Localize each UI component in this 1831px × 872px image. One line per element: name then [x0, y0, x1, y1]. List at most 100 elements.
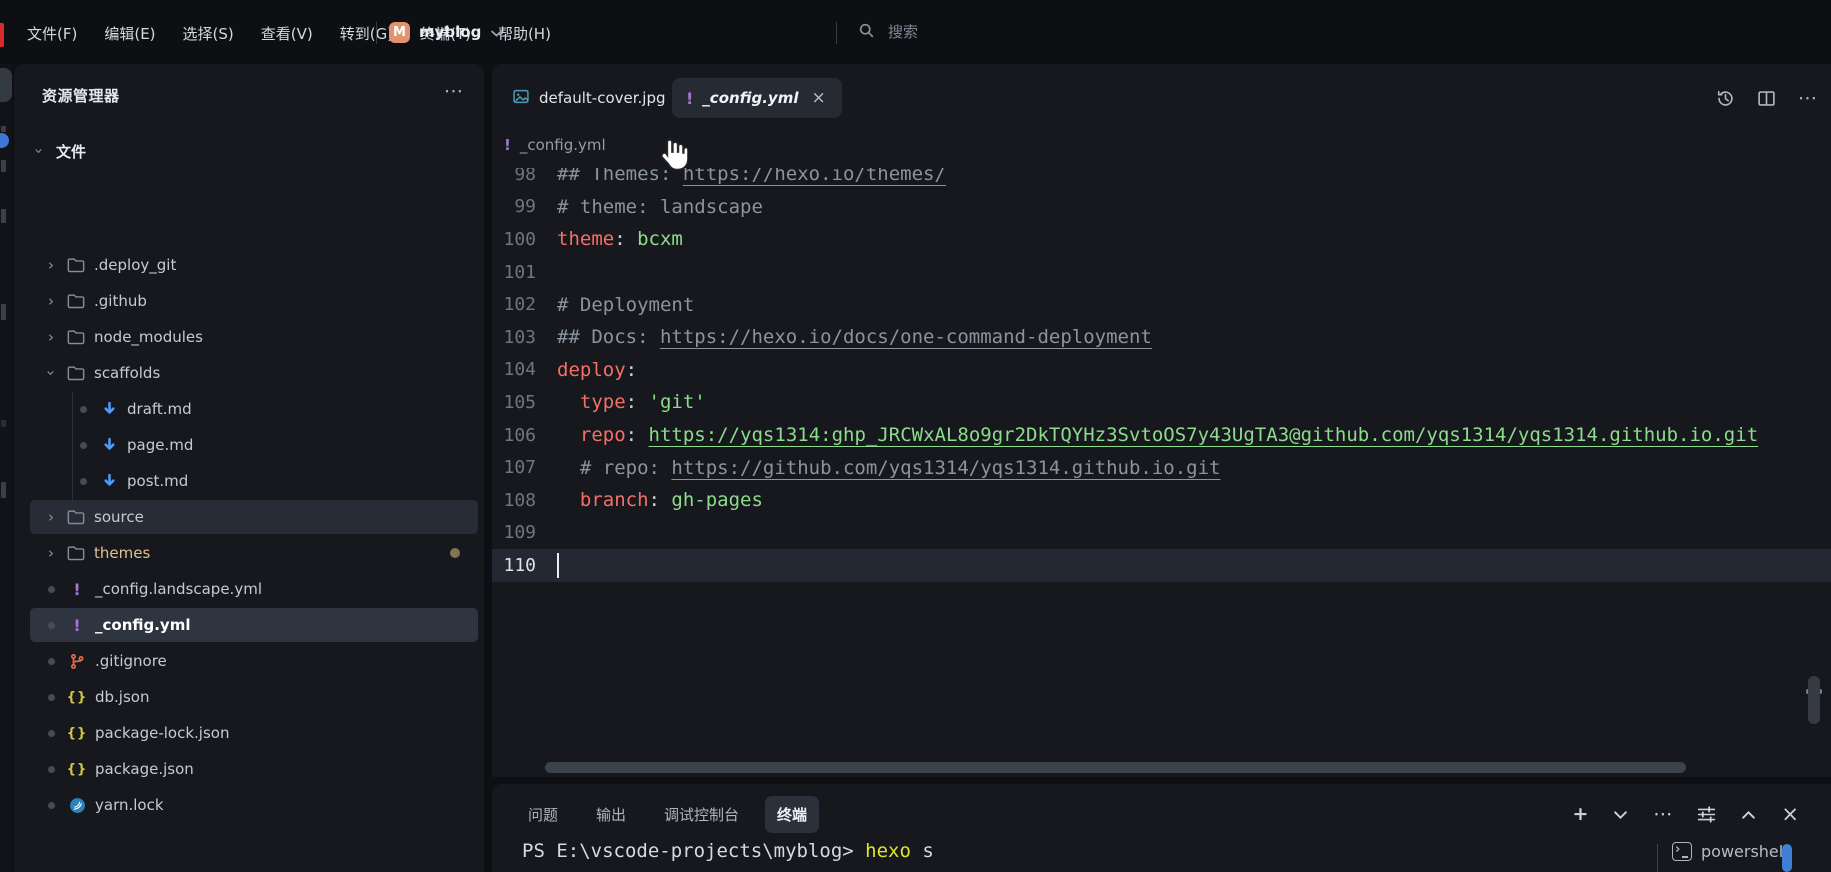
new-terminal-button[interactable]: +	[1572, 805, 1588, 824]
code-line-103: 103## Docs: https://hexo.io/docs/one-com…	[492, 321, 1831, 354]
tree-item-.github[interactable]: ›.github	[30, 284, 478, 318]
tree-item-package-lock.json[interactable]: {}package-lock.json	[30, 716, 478, 750]
tree-item-.deploy_git[interactable]: ›.deploy_git	[30, 248, 478, 282]
tree-item-.gitignore[interactable]: .gitignore	[30, 644, 478, 678]
tab-config-yml[interactable]: ! _config.yml ×	[672, 78, 842, 118]
file-bullet-dot	[48, 694, 55, 701]
tree-item-label: node_modules	[94, 328, 203, 346]
tree-item-label: package.json	[95, 760, 194, 778]
terminal-instance-powershell[interactable]: powershell	[1672, 842, 1788, 861]
tree-item-_config.landscape.yml[interactable]: !_config.landscape.yml	[30, 572, 478, 606]
breadcrumb[interactable]: ! _config.yml	[504, 128, 606, 162]
launch-profile-icon[interactable]	[1697, 806, 1716, 823]
chevron-right-icon: ›	[44, 292, 58, 310]
menu-view[interactable]: 查看(V)	[255, 21, 319, 46]
timeline-history-button[interactable]	[1716, 89, 1735, 108]
title-bar: 文件(F)编辑(E)选择(S)查看(V)转到(G)终端(T)帮助(H) M my…	[0, 0, 1831, 64]
tree-item-label: scaffolds	[94, 364, 160, 382]
line-content: ## Docs: https://hexo.io/docs/one-comman…	[545, 326, 1152, 348]
markdown-icon	[99, 437, 119, 454]
code-token: type	[580, 391, 626, 413]
tab-label: default-cover.jpg	[539, 89, 666, 107]
tree-item-scaffolds[interactable]: › scaffolds	[30, 356, 478, 390]
chevron-right-icon: ›	[44, 544, 58, 562]
panel-tab-problems[interactable]: 问题	[516, 796, 570, 833]
tree-item-db.json[interactable]: {}db.json	[30, 680, 478, 714]
activity-bar[interactable]	[0, 64, 12, 872]
code-editor[interactable]: 98## Themes: https://hexo.io/themes/99# …	[492, 168, 1831, 760]
tree-item-label: themes	[94, 544, 150, 562]
split-editor-button[interactable]	[1757, 89, 1776, 108]
global-search[interactable]	[858, 18, 1106, 46]
tree-item-_config.yml[interactable]: !_config.yml	[30, 608, 478, 642]
tree-item-node_modules[interactable]: › node_modules	[30, 320, 478, 354]
panel-more-actions-button[interactable]: ⋯	[1653, 805, 1672, 824]
tree-item-label: draft.md	[127, 400, 192, 418]
panel-tab-debug-console[interactable]: 调试控制台	[652, 796, 751, 833]
horizontal-scrollbar[interactable]	[545, 762, 1686, 773]
yaml-icon: !	[686, 89, 693, 108]
workspace-switcher[interactable]: M myblog	[389, 18, 503, 46]
code-token	[557, 391, 580, 413]
editor-more-actions-button[interactable]: ⋯	[1798, 89, 1817, 108]
folder-icon	[66, 329, 86, 345]
activity-item-run[interactable]	[1, 160, 6, 172]
code-line-110: 110	[492, 549, 1831, 582]
tree-item-post.md[interactable]: post.md	[30, 464, 478, 498]
code-line-102: 102# Deployment	[492, 288, 1831, 321]
code-link[interactable]: https://github.com/yqs1314/yqs1314.githu…	[671, 457, 1220, 479]
terminal-list-scrollbar[interactable]	[1782, 844, 1792, 872]
activity-item-explorer[interactable]	[0, 68, 12, 102]
activity-item-settings[interactable]	[1, 482, 6, 498]
breadcrumb-item-file[interactable]: _config.yml	[520, 136, 606, 154]
explorer-more-actions-button[interactable]: ⋯	[438, 78, 469, 104]
close-panel-button[interactable]: ×	[1781, 804, 1799, 825]
tree-item-label: yarn.lock	[95, 796, 164, 814]
maximize-panel-button[interactable]	[1741, 810, 1756, 820]
close-icon[interactable]: ×	[809, 88, 827, 108]
code-link[interactable]: https://hexo.io/docs/one-command-deploym…	[660, 326, 1152, 348]
code-token: branch	[580, 489, 649, 511]
file-bullet-dot	[48, 730, 55, 737]
tab-default-cover-jpg[interactable]: default-cover.jpg	[502, 78, 676, 118]
code-link[interactable]: https://yqs1314:ghp_JRCWxAL8o9gr2DkTQYHz…	[649, 424, 1759, 446]
code-line-109: 109	[492, 517, 1831, 550]
file-bullet-dot	[80, 442, 87, 449]
line-number: 99	[492, 196, 545, 217]
line-number: 110	[492, 555, 545, 576]
activity-item-accounts[interactable]	[1, 420, 6, 427]
line-content: repo: https://yqs1314:ghp_JRCWxAL8o9gr2D…	[545, 424, 1758, 446]
tree-item-source[interactable]: ›source	[30, 500, 478, 534]
panel-tab-output[interactable]: 输出	[584, 796, 638, 833]
menu-selection[interactable]: 选择(S)	[177, 21, 240, 46]
activity-item-search[interactable]	[1, 126, 6, 132]
code-link[interactable]: https://hexo.io/themes/	[683, 168, 946, 185]
terminal-icon	[1672, 842, 1692, 861]
activity-item-extensions[interactable]	[1, 209, 6, 223]
panel-tab-terminal[interactable]: 终端	[765, 796, 819, 833]
tab-label: _config.yml	[702, 89, 798, 107]
tree-item-themes[interactable]: › themes	[30, 536, 478, 570]
tree-item-package.json[interactable]: {}package.json	[30, 752, 478, 786]
chevron-down-icon	[490, 23, 503, 42]
terminal-input-line[interactable]: PS E:\vscode-projects\myblog> hexo s	[522, 840, 934, 862]
vertical-scrollbar[interactable]	[1808, 676, 1820, 724]
yarn-icon	[67, 797, 87, 814]
tree-item-label: package-lock.json	[95, 724, 229, 742]
code-token: :	[649, 489, 672, 511]
menu-edit[interactable]: 编辑(E)	[98, 21, 161, 46]
search-input[interactable]	[886, 22, 1106, 42]
code-token	[557, 424, 580, 446]
tree-item-draft.md[interactable]: draft.md	[30, 392, 478, 426]
chevron-right-icon: ›	[44, 328, 58, 346]
activity-item-remote[interactable]	[1, 304, 6, 320]
line-number: 102	[492, 294, 545, 315]
tree-item-yarn.lock[interactable]: yarn.lock	[30, 788, 478, 822]
tree-item-page.md[interactable]: page.md	[30, 428, 478, 462]
chevron-down-icon: ›	[42, 366, 60, 380]
yaml-icon: !	[67, 580, 87, 599]
code-token: :	[626, 359, 637, 381]
menu-file[interactable]: 文件(F)	[21, 21, 83, 46]
terminal-profile-dropdown[interactable]	[1613, 810, 1628, 820]
explorer-section-files[interactable]: › 文件	[32, 136, 86, 166]
